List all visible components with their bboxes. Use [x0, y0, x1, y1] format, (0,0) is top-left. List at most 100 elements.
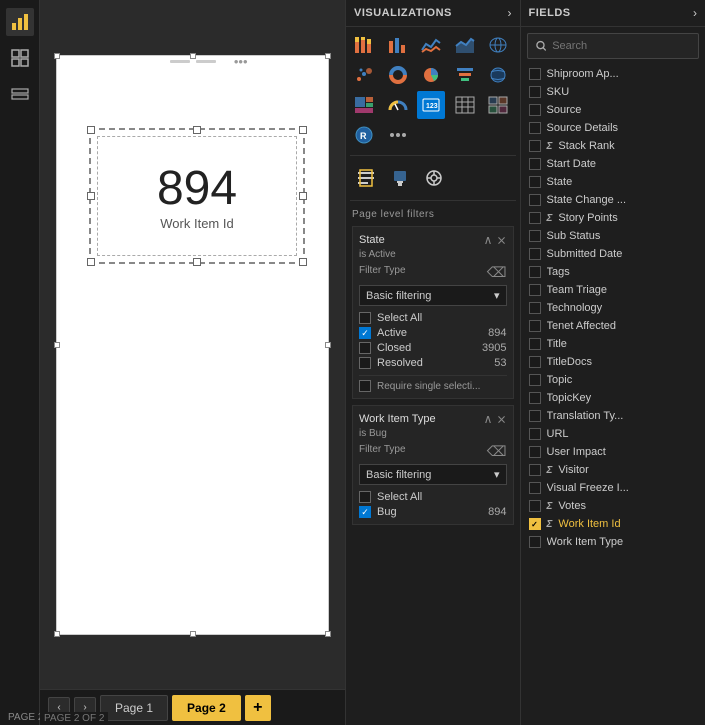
field-votes[interactable]: Σ Votes [525, 497, 701, 515]
field-technology[interactable]: Technology [525, 299, 701, 317]
field-checkbox-source[interactable] [529, 104, 541, 116]
field-checkbox-topickey[interactable] [529, 392, 541, 404]
filter-item-closed[interactable]: Closed 3905 [359, 342, 507, 354]
viz-icon-more[interactable] [384, 121, 412, 149]
viz-icon-stacked-bar[interactable] [350, 31, 378, 59]
field-checkbox-team-triage[interactable] [529, 284, 541, 296]
field-sub-status[interactable]: Sub Status [525, 227, 701, 245]
field-checkbox-visitor[interactable] [529, 464, 541, 476]
fields-search-input[interactable] [552, 40, 690, 52]
field-stack-rank[interactable]: Σ Stack Rank [525, 137, 701, 155]
require-single-checkbox[interactable] [359, 380, 371, 392]
field-checkbox-tenet-affected[interactable] [529, 320, 541, 332]
add-page-button[interactable]: + [245, 695, 271, 721]
viz-icon-bar[interactable] [384, 31, 412, 59]
viz-icon-treemap[interactable] [350, 91, 378, 119]
viz-icon-funnel[interactable] [451, 61, 479, 89]
field-translation-ty[interactable]: Translation Ty... [525, 407, 701, 425]
field-sku[interactable]: SKU [525, 83, 701, 101]
field-checkbox-translation-ty[interactable] [529, 410, 541, 422]
field-checkbox-visual-freeze[interactable] [529, 482, 541, 494]
select-all-checkbox[interactable] [359, 312, 371, 324]
bug-checkbox[interactable] [359, 506, 371, 518]
field-checkbox-url[interactable] [529, 428, 541, 440]
field-checkbox-source-details[interactable] [529, 122, 541, 134]
viz-icon-card[interactable]: 123 [417, 91, 445, 119]
field-checkbox-state[interactable] [529, 176, 541, 188]
field-checkbox-story-points[interactable] [529, 212, 541, 224]
field-shiproom[interactable]: Shiproom Ap... [525, 65, 701, 83]
layers-sidebar-icon[interactable] [6, 80, 34, 108]
field-checkbox-tags[interactable] [529, 266, 541, 278]
field-checkbox-stack-rank[interactable] [529, 140, 541, 152]
filter-item-resolved[interactable]: Resolved 53 [359, 357, 507, 369]
bar-chart-sidebar-icon[interactable] [6, 8, 34, 36]
resolved-checkbox[interactable] [359, 357, 371, 369]
field-team-triage[interactable]: Team Triage [525, 281, 701, 299]
viz-icon-area[interactable] [451, 31, 479, 59]
select-all-2-checkbox[interactable] [359, 491, 371, 503]
fields-panel-arrow[interactable]: › [693, 6, 697, 20]
field-work-item-type[interactable]: Work Item Type [525, 533, 701, 551]
field-tenet-affected[interactable]: Tenet Affected [525, 317, 701, 335]
viz-icon-map[interactable] [484, 31, 512, 59]
viz-icon-donut[interactable] [384, 61, 412, 89]
viz-icon-pie[interactable] [417, 61, 445, 89]
state-filter-chevron[interactable]: ∧ [484, 233, 493, 247]
field-checkbox-start-date[interactable] [529, 158, 541, 170]
card-widget[interactable]: 894 Work Item Id [97, 136, 297, 256]
field-checkbox-submitted-date[interactable] [529, 248, 541, 260]
viz-icon-table[interactable] [451, 91, 479, 119]
field-topic[interactable]: Topic [525, 371, 701, 389]
viz-panel-arrow[interactable]: › [508, 6, 512, 20]
field-start-date[interactable]: Start Date [525, 155, 701, 173]
field-checkbox-votes[interactable] [529, 500, 541, 512]
field-checkbox-shiproom[interactable] [529, 68, 541, 80]
paint-icon[interactable] [384, 162, 416, 194]
state-filter-type-select[interactable]: Basic filtering ▾ [359, 285, 507, 306]
state-filter-erase[interactable]: ⌫ [487, 264, 507, 281]
format-icon[interactable] [350, 162, 382, 194]
field-source-details[interactable]: Source Details [525, 119, 701, 137]
field-visual-freeze[interactable]: Visual Freeze I... [525, 479, 701, 497]
field-checkbox-work-item-type[interactable] [529, 536, 541, 548]
field-checkbox-user-impact[interactable] [529, 446, 541, 458]
grid-sidebar-icon[interactable] [6, 44, 34, 72]
viz-icon-gauge[interactable] [384, 91, 412, 119]
field-tags[interactable]: Tags [525, 263, 701, 281]
field-checkbox-sub-status[interactable] [529, 230, 541, 242]
field-checkbox-topic[interactable] [529, 374, 541, 386]
active-checkbox[interactable] [359, 327, 371, 339]
field-titledocs[interactable]: TitleDocs [525, 353, 701, 371]
analytics-icon[interactable] [418, 162, 450, 194]
filter-item-active[interactable]: Active 894 [359, 327, 507, 339]
filter-item-select-all-2[interactable]: Select All [359, 491, 507, 503]
work-item-type-select[interactable]: Basic filtering ▾ [359, 464, 507, 485]
viz-icon-scatter[interactable] [350, 61, 378, 89]
field-checkbox-technology[interactable] [529, 302, 541, 314]
work-item-type-erase[interactable]: ⌫ [487, 443, 507, 460]
viz-icon-r-script[interactable]: R [350, 121, 378, 149]
field-user-impact[interactable]: User Impact [525, 443, 701, 461]
viz-icon-line[interactable] [417, 31, 445, 59]
canvas-container[interactable]: ••• 894 Work Item Id [40, 0, 345, 689]
work-item-type-filter-clear[interactable]: ⨯ [496, 412, 506, 426]
filter-item-bug[interactable]: Bug 894 [359, 506, 507, 518]
closed-checkbox[interactable] [359, 342, 371, 354]
viz-icon-globe[interactable] [484, 61, 512, 89]
field-state[interactable]: State [525, 173, 701, 191]
field-work-item-id[interactable]: Σ Work Item Id [525, 515, 701, 533]
work-item-type-filter-chevron[interactable]: ∧ [484, 412, 493, 426]
viz-icon-matrix[interactable] [484, 91, 512, 119]
field-topickey[interactable]: TopicKey [525, 389, 701, 407]
state-filter-clear[interactable]: ⨯ [496, 233, 506, 247]
field-checkbox-titledocs[interactable] [529, 356, 541, 368]
page-2-tab[interactable]: Page 2 [172, 695, 241, 721]
field-source[interactable]: Source [525, 101, 701, 119]
field-url[interactable]: URL [525, 425, 701, 443]
field-state-change[interactable]: State Change ... [525, 191, 701, 209]
field-checkbox-state-change[interactable] [529, 194, 541, 206]
field-checkbox-work-item-id[interactable] [529, 518, 541, 530]
filter-item-select-all[interactable]: Select All [359, 312, 507, 324]
field-checkbox-title[interactable] [529, 338, 541, 350]
